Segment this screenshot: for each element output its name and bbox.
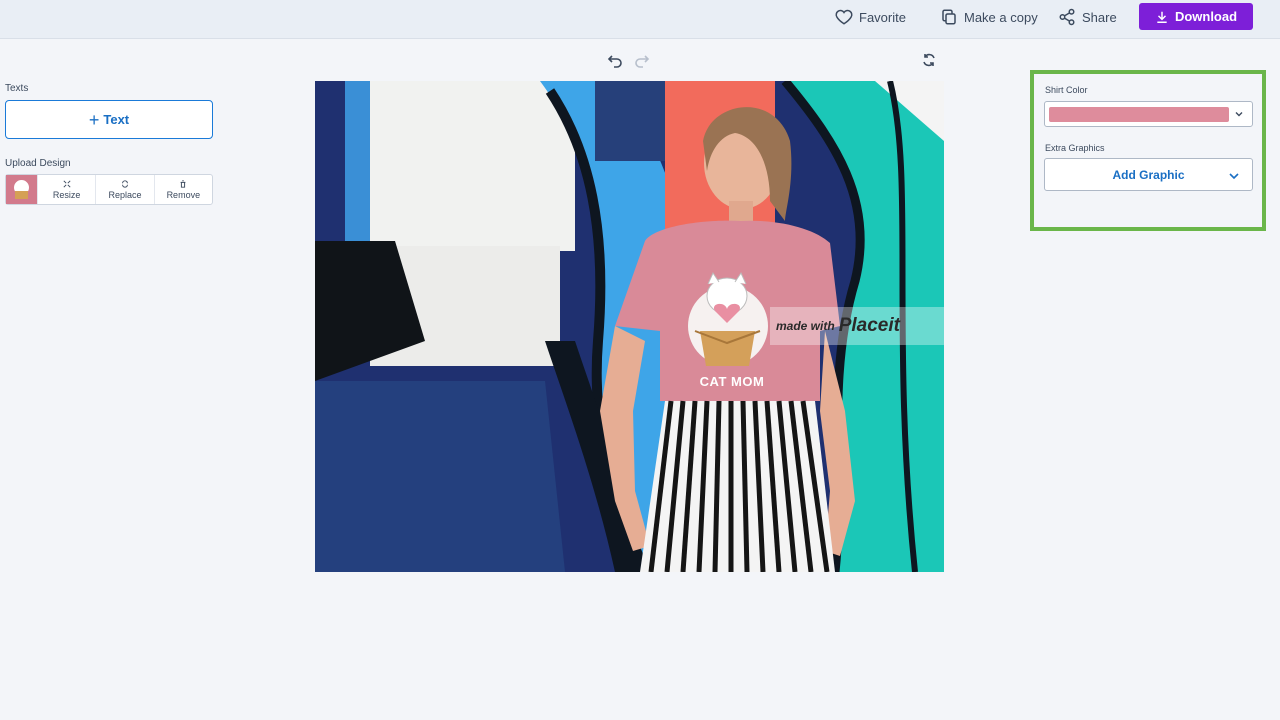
redo-icon[interactable] (634, 52, 650, 68)
download-icon (1157, 11, 1167, 23)
share-button[interactable]: Share (1058, 0, 1117, 34)
resize-label: Resize (52, 189, 81, 200)
make-copy-label: Make a copy (964, 9, 1038, 25)
design-thumbnail[interactable] (6, 175, 37, 204)
heart-icon (835, 9, 853, 25)
upload-design-row: Resize Replace Remove (5, 174, 213, 205)
share-label: Share (1082, 9, 1117, 25)
make-copy-button[interactable]: Make a copy (940, 0, 1038, 34)
remove-button[interactable]: Remove (153, 175, 212, 204)
options-panel: Shirt Color Extra Graphics Add Graphic (1030, 70, 1266, 231)
favorite-button[interactable]: Favorite (835, 0, 906, 34)
watermark-brand-text: Placeit (838, 315, 900, 336)
undo-icon[interactable] (607, 52, 623, 68)
copy-icon (942, 9, 956, 25)
trash-icon (180, 179, 186, 188)
shirt-color-swatch (1049, 107, 1229, 122)
replace-label: Replace (108, 189, 142, 200)
shirt-color-dropdown[interactable] (1044, 101, 1253, 127)
refresh-icon[interactable] (921, 52, 937, 68)
chevron-down-icon (1229, 173, 1239, 180)
top-bar: Favorite Make a copy Share Download (0, 0, 1280, 39)
share-icon (1059, 8, 1075, 26)
add-text-label: Text (103, 112, 130, 127)
extra-graphics-label: Extra Graphics (1045, 143, 1105, 153)
replace-button[interactable]: Replace (95, 175, 153, 204)
mockup-preview[interactable]: CAT MOM made with Placeit (315, 81, 944, 572)
shirt-print-text: CAT MOM (699, 374, 765, 389)
add-text-button[interactable]: + Text (5, 100, 213, 139)
replace-icon (122, 179, 128, 188)
download-label: Download (1174, 9, 1238, 24)
plus-icon: + (88, 109, 100, 130)
remove-label: Remove (166, 189, 201, 200)
placeit-watermark: made with Placeit (770, 307, 944, 345)
shirt-color-label: Shirt Color (1045, 85, 1088, 95)
favorite-label: Favorite (859, 9, 906, 25)
download-button[interactable]: Download (1139, 3, 1253, 30)
watermark-small-text: made with (776, 319, 835, 333)
add-graphic-label: Add Graphic (1112, 167, 1185, 182)
upload-design-label: Upload Design (5, 158, 71, 169)
resize-button[interactable]: Resize (37, 175, 95, 204)
resize-icon (63, 179, 71, 188)
texts-section-label: Texts (5, 83, 29, 94)
add-graphic-dropdown[interactable]: Add Graphic (1044, 158, 1253, 191)
thumbnail-box-shape (15, 191, 28, 199)
chevron-down-icon (1235, 112, 1243, 117)
